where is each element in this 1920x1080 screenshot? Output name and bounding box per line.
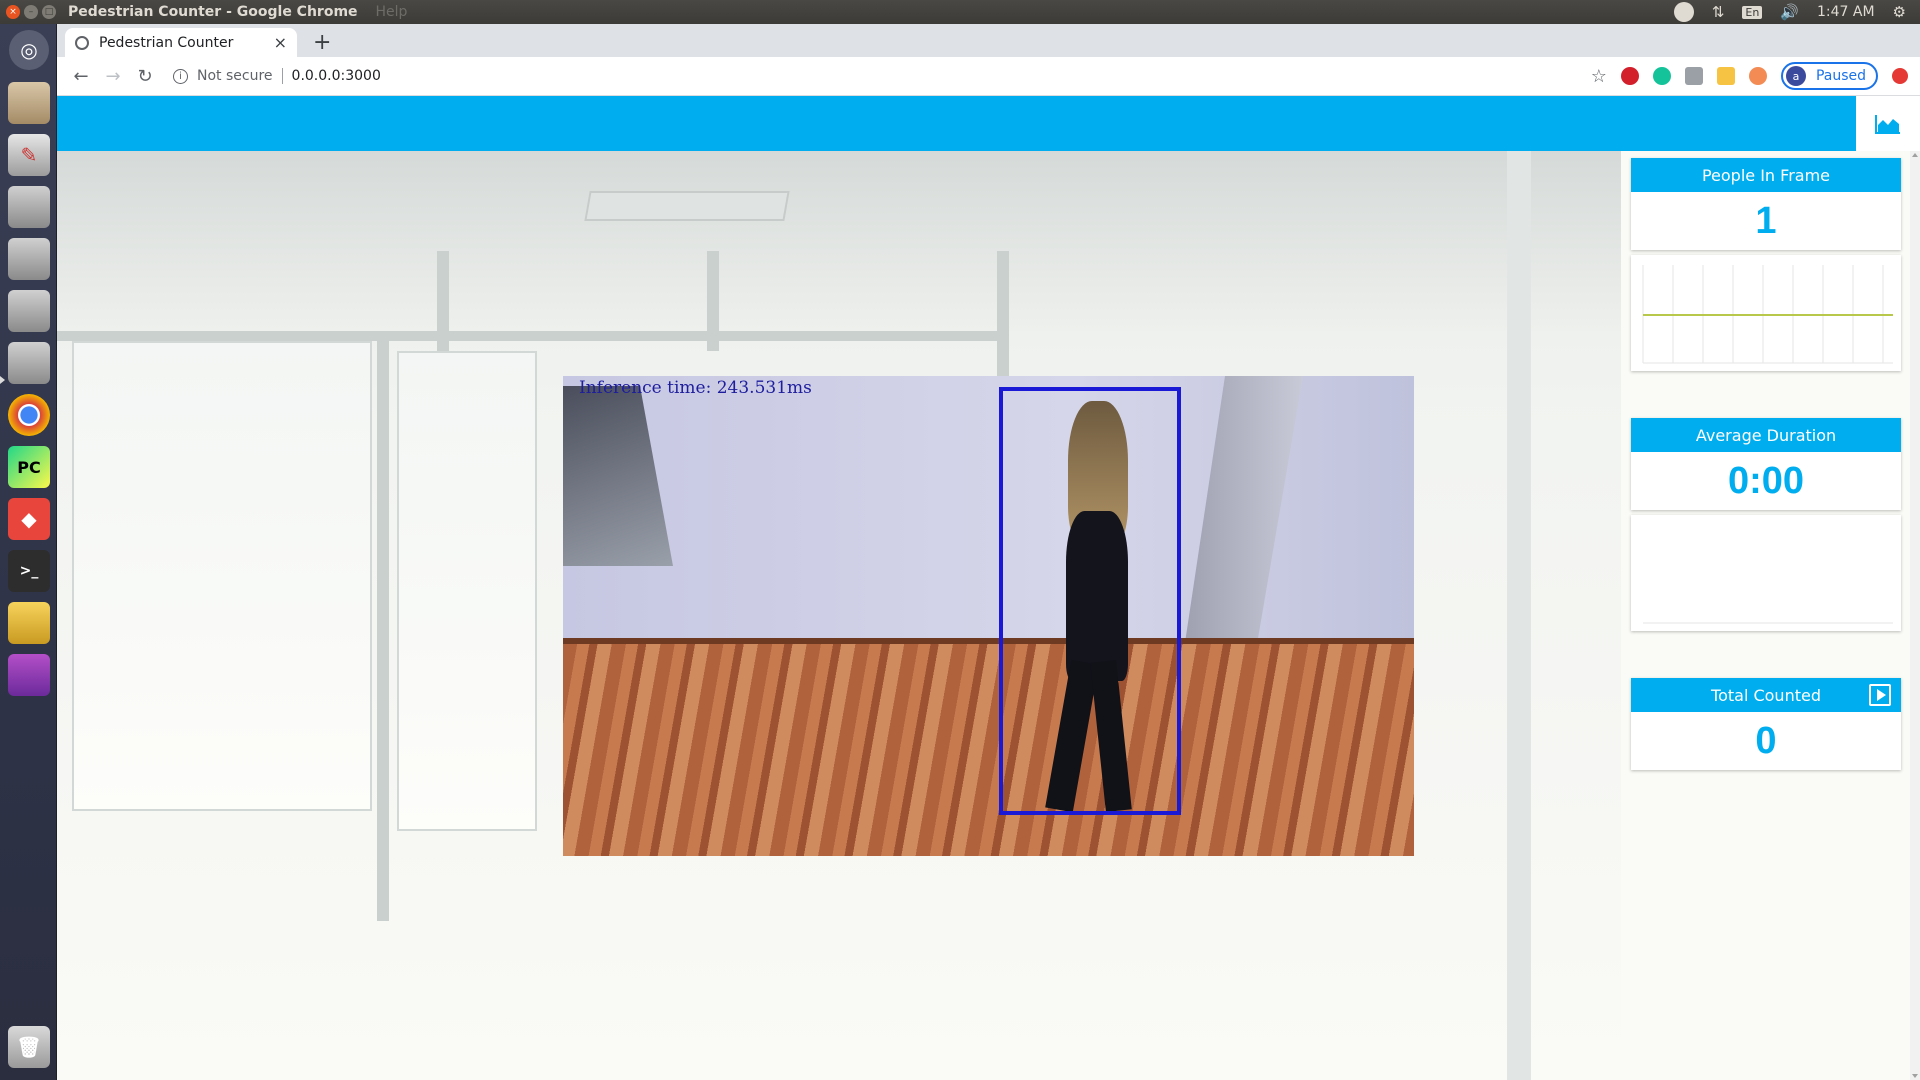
extension-opera-icon[interactable] [1620, 67, 1639, 85]
launcher: ◎ ✎ PC ◆ >_ 🗑 [0, 24, 57, 1080]
chrome-icon[interactable] [8, 394, 50, 436]
tab-pedestrian-counter[interactable]: Pedestrian Counter × [65, 28, 297, 57]
divider [281, 68, 283, 84]
window-maximize-button[interactable]: □ [42, 5, 56, 19]
glass-pane [72, 341, 372, 811]
avatar: a [1785, 66, 1806, 86]
git-client-icon[interactable]: ◆ [8, 498, 50, 540]
globe-icon [75, 35, 89, 50]
average-duration-label: Average Duration [1631, 418, 1901, 452]
profile-button[interactable]: a Paused [1780, 62, 1878, 90]
total-counted-card: Total Counted 0 [1631, 678, 1901, 770]
window-frame [57, 331, 1007, 341]
average-duration-value: 0:00 [1727, 459, 1805, 502]
drive-icon[interactable] [8, 290, 50, 332]
scroll-up-arrow-icon[interactable] [1912, 153, 1918, 157]
teapot-icon[interactable] [8, 602, 50, 644]
duration-graph-card [1631, 515, 1901, 631]
drive-icon[interactable] [8, 186, 50, 228]
terminal-icon[interactable]: >_ [8, 550, 50, 592]
window-minimize-button[interactable]: – [24, 5, 38, 19]
tab-strip: Pedestrian Counter × + [57, 24, 1920, 57]
stats-panel: People In Frame 1 Average Duration 0:00 … [1621, 151, 1920, 1080]
security-label[interactable]: Not secure [197, 68, 273, 84]
window-frame [437, 251, 449, 351]
dash-home-icon[interactable]: ◎ [9, 30, 49, 70]
profile-status: Paused [1815, 68, 1866, 84]
reload-icon[interactable]: ↻ [129, 66, 161, 87]
back-arrow-icon[interactable]: ← [65, 66, 97, 87]
tab-title: Pedestrian Counter [99, 34, 234, 51]
app-window-icon[interactable] [8, 654, 50, 696]
url-text[interactable]: 0.0.0.0:3000 [292, 68, 381, 84]
people-graph [1642, 265, 1893, 364]
people-in-frame-card: People In Frame 1 [1631, 158, 1901, 250]
menu-help[interactable]: Help [376, 4, 408, 20]
extension-cast-icon[interactable] [1684, 67, 1703, 85]
settings-gear-icon[interactable]: ⚙ [1893, 3, 1906, 21]
scroll-down-arrow-icon[interactable] [1912, 1074, 1918, 1078]
extension-grammarly-icon[interactable] [1652, 67, 1671, 85]
keyboard-layout-indicator[interactable]: En [1742, 5, 1763, 19]
window-frame [377, 341, 389, 921]
video-floor [563, 644, 1414, 856]
system-tools-icon[interactable]: ✎ [8, 134, 50, 176]
volume-icon[interactable]: 🔊 [1780, 3, 1799, 21]
people-graph-card [1631, 255, 1901, 371]
drive-icon[interactable] [8, 238, 50, 280]
bookmark-star-icon[interactable]: ☆ [1591, 66, 1607, 87]
launcher-active-arrow [0, 376, 5, 384]
files-cabinet-icon[interactable] [8, 82, 50, 124]
inference-time-label: Inference time: 243.531ms [579, 378, 812, 398]
tab-close-icon[interactable]: × [274, 33, 287, 52]
new-tab-button[interactable]: + [313, 30, 331, 55]
teamviewer-icon[interactable] [1673, 2, 1694, 22]
page-scrollbar[interactable] [1910, 151, 1920, 1080]
drive-icon[interactable] [8, 342, 50, 384]
extension-notes-icon[interactable] [1716, 67, 1735, 85]
forward-arrow-icon[interactable]: → [97, 66, 129, 87]
average-duration-card: Average Duration 0:00 [1631, 418, 1901, 510]
stats-toggle-button[interactable] [1856, 96, 1920, 151]
total-counted-label: Total Counted [1711, 685, 1821, 705]
window-controls: × – □ [6, 5, 56, 19]
network-icon[interactable]: ⇅ [1712, 3, 1725, 21]
people-in-frame-label: People In Frame [1631, 158, 1901, 192]
detection-bounding-box [999, 387, 1181, 815]
window-close-button[interactable]: × [6, 5, 20, 19]
info-icon[interactable]: i [173, 68, 188, 84]
play-icon[interactable] [1869, 684, 1891, 706]
total-counted-value: 0 [1755, 719, 1777, 762]
glass-edge [1507, 151, 1531, 1080]
app-header [57, 96, 1920, 151]
os-top-bar: × – □ Pedestrian Counter - Google Chrome… [0, 0, 1920, 24]
duration-graph [1643, 622, 1893, 624]
window-frame [707, 251, 719, 351]
trash-icon[interactable]: 🗑 [8, 1026, 50, 1068]
clock[interactable]: 1:47 AM [1817, 4, 1875, 20]
chrome-update-icon[interactable] [1892, 68, 1908, 84]
video-feed: Inference time: 243.531ms [563, 376, 1414, 856]
total-counted-header: Total Counted [1631, 678, 1901, 712]
people-in-frame-value: 1 [1755, 199, 1777, 242]
pycharm-icon[interactable]: PC [8, 446, 50, 488]
area-chart-icon [1875, 114, 1900, 134]
ceiling-vent [584, 191, 790, 221]
address-bar[interactable]: i Not secure 0.0.0.0:3000 [173, 68, 381, 84]
glass-pane [397, 351, 537, 831]
browser-toolbar: ← → ↻ i Not secure 0.0.0.0:3000 ☆ a Paus… [57, 57, 1920, 96]
window-title: Pedestrian Counter - Google Chrome [68, 4, 358, 20]
extension-rss-icon[interactable] [1748, 67, 1767, 85]
page-content: Inference time: 243.531ms People In Fram… [57, 96, 1920, 1080]
ceiling [57, 151, 1621, 331]
